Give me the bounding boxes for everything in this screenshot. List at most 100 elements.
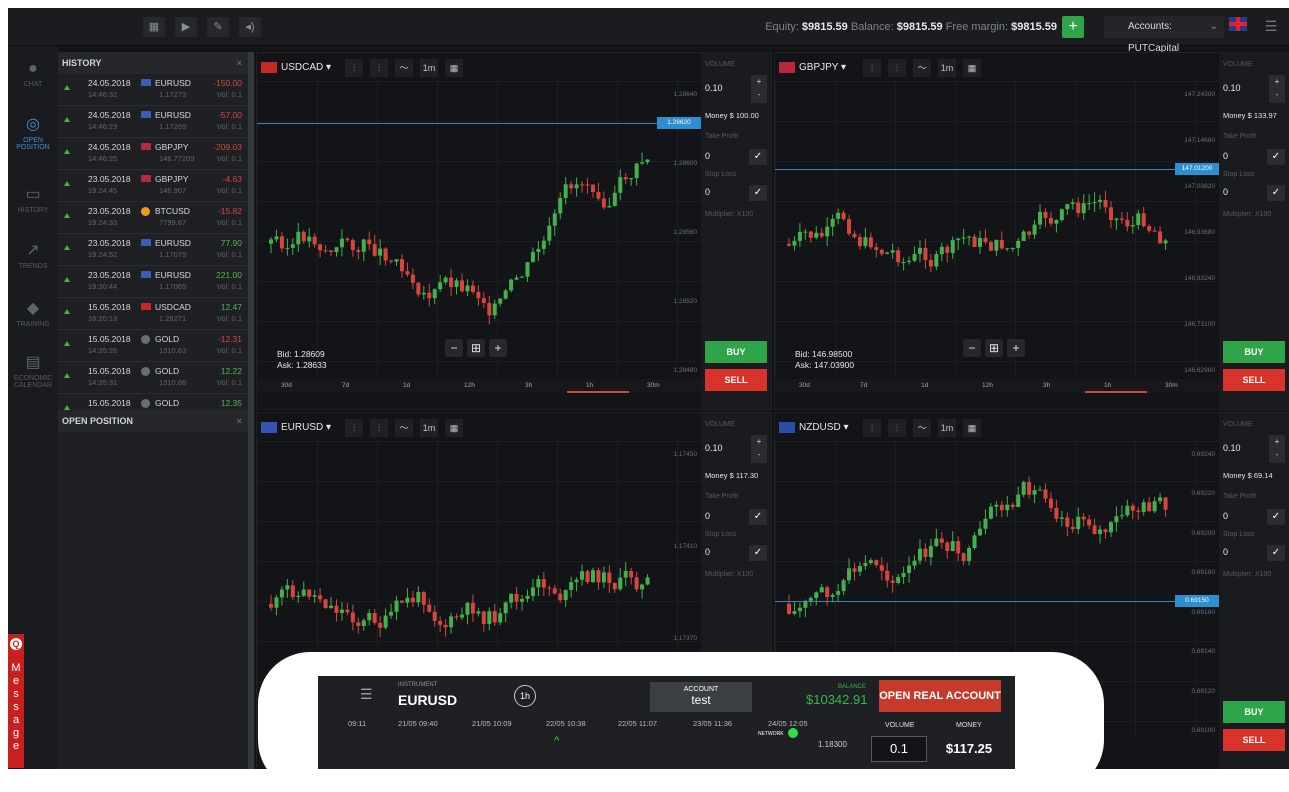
area-chart-icon[interactable]: ▦	[445, 59, 463, 77]
line-chart-icon[interactable]: 〜	[913, 59, 931, 77]
bar-chart-icon[interactable]: ⫶	[345, 59, 363, 77]
message-tab[interactable]: Q Message	[8, 634, 24, 768]
area-chart-icon[interactable]: ▦	[963, 419, 981, 437]
timeframe-7d[interactable]: 7d	[342, 382, 349, 389]
candle-chart-icon[interactable]: ⫶	[888, 59, 906, 77]
history-row[interactable]: 15.05.2018 14:35:26 GOLD 1310.63 -12.31 Vol: …	[58, 330, 248, 362]
nav-history[interactable]: ▭ HISTORY	[8, 186, 58, 214]
timeframe-30d[interactable]: 30d	[281, 382, 292, 389]
volume-input[interactable]: 0.1	[871, 736, 927, 762]
volume-stepper[interactable]: + -	[751, 75, 767, 103]
history-row[interactable]: 24.05.2018 14:46:25 GBPJPY 146.77209 -209.03…	[58, 138, 248, 170]
timeframe-30d[interactable]: 30d	[799, 382, 810, 389]
nav-trends[interactable]: ↗ TRENDS	[8, 242, 58, 270]
history-row[interactable]: 23.05.2018 19:24:45 GBPJPY 146.907 -4.63 Vol:…	[58, 170, 248, 202]
volume-input[interactable]: 0.10	[1223, 443, 1241, 453]
open-real-account-button[interactable]: OPEN REAL ACCOUNT	[879, 680, 1001, 712]
stop-loss-check-icon[interactable]: ✓	[1267, 545, 1285, 561]
line-chart-icon[interactable]: 〜	[395, 59, 413, 77]
timeframe-1h[interactable]: 1h	[586, 382, 593, 389]
volume-stepper[interactable]: + -	[751, 435, 767, 463]
symbol-selector[interactable]: GBPJPY ▾	[799, 62, 846, 73]
history-row[interactable]: 23.05.2018 19:24:52 EURUSD 1.17079 77.90 Vol:…	[58, 234, 248, 266]
timeframe-1h[interactable]: 1h	[1104, 382, 1111, 389]
buy-button[interactable]: BUY	[705, 341, 767, 363]
symbol-selector[interactable]: NZDUSD ▾	[799, 422, 848, 433]
candle-chart-icon[interactable]: ⫶	[888, 419, 906, 437]
area-chart-icon[interactable]: ▦	[445, 419, 463, 437]
timeframe-3h[interactable]: 3h	[525, 382, 532, 389]
take-profit-check-icon[interactable]: ✓	[749, 149, 767, 165]
bar-chart-icon[interactable]: ⫶	[863, 59, 881, 77]
volume-input[interactable]: 0.10	[1223, 83, 1241, 93]
stop-loss-input[interactable]: 0	[1223, 547, 1228, 557]
one-minute-icon[interactable]: 1m	[420, 419, 438, 437]
accounts-dropdown[interactable]: Accounts: PUTCapital ⌄	[1104, 16, 1224, 54]
zoom-fit-button[interactable]: ⊞	[985, 339, 1003, 357]
timeframe-1d[interactable]: 1d	[403, 382, 410, 389]
instrument-selector[interactable]: EURUSD	[398, 692, 457, 708]
nav-open-position[interactable]: ◎ OPEN POSITION	[8, 116, 58, 151]
stop-loss-check-icon[interactable]: ✓	[749, 185, 767, 201]
zoom-in-button[interactable]: +	[489, 339, 507, 357]
timeframe-7d[interactable]: 7d	[860, 382, 867, 389]
sell-button[interactable]: SELL	[1223, 369, 1285, 391]
take-profit-check-icon[interactable]: ✓	[1267, 509, 1285, 525]
stop-loss-input[interactable]: 0	[1223, 187, 1228, 197]
history-row[interactable]: 24.05.2018 14:46:29 EURUSD 1.17269 -57.00 Vol…	[58, 106, 248, 138]
history-row[interactable]: 15.05.2018 16:20:13 USDCAD 1.28271 12.47 Vol:…	[58, 298, 248, 330]
candle-chart-icon[interactable]: ⫶	[370, 59, 388, 77]
timeframe-1d[interactable]: 1d	[921, 382, 928, 389]
volume-input[interactable]: 0.10	[705, 83, 723, 93]
sell-button[interactable]: SELL	[1223, 729, 1285, 751]
zoom-out-button[interactable]: −	[445, 339, 463, 357]
timeframe-30m[interactable]: 30m	[1165, 382, 1178, 389]
line-chart-icon[interactable]: 〜	[913, 419, 931, 437]
one-minute-icon[interactable]: 1m	[420, 59, 438, 77]
take-profit-check-icon[interactable]: ✓	[1267, 149, 1285, 165]
buy-button[interactable]: BUY	[1223, 341, 1285, 363]
take-profit-input[interactable]: 0	[705, 511, 710, 521]
history-row[interactable]: 23.05.2018 19:30:44 EURUSD 1.17065 221.00 Vol…	[58, 266, 248, 298]
nav-chat[interactable]: ● CHAT	[8, 60, 58, 88]
zoom-in-button[interactable]: +	[1007, 339, 1025, 357]
history-scrollbar[interactable]	[248, 52, 254, 769]
zoom-out-button[interactable]: −	[963, 339, 981, 357]
history-row[interactable]: 15.05.2018 14:35:31 GOLD 1310.86 12.22 Vol: 0…	[58, 362, 248, 394]
candle-chart-icon[interactable]: ⫶	[370, 419, 388, 437]
hamburger-menu-icon[interactable]: ☰	[360, 686, 373, 703]
timeframe-12h[interactable]: 12h	[464, 382, 475, 389]
language-flag-icon[interactable]	[1229, 17, 1247, 31]
bar-chart-icon[interactable]: ⫶	[863, 419, 881, 437]
hamburger-menu-icon[interactable]: ☰	[1261, 16, 1281, 36]
pencil-icon[interactable]: ✎	[207, 17, 229, 37]
timeframe-30m[interactable]: 30m	[647, 382, 660, 389]
interval-button[interactable]: 1h	[514, 685, 536, 707]
stop-loss-check-icon[interactable]: ✓	[749, 545, 767, 561]
take-profit-input[interactable]: 0	[1223, 511, 1228, 521]
buy-button[interactable]: BUY	[1223, 701, 1285, 723]
volume-input[interactable]: 0.10	[705, 443, 723, 453]
take-profit-input[interactable]: 0	[1223, 151, 1228, 161]
area-chart-icon[interactable]: ▦	[963, 59, 981, 77]
volume-stepper[interactable]: + -	[1269, 435, 1285, 463]
nav-training[interactable]: ◆ TRAINING	[8, 300, 58, 328]
symbol-selector[interactable]: USDCAD ▾	[281, 62, 331, 73]
deposit-button[interactable]: +	[1062, 16, 1084, 38]
history-row[interactable]: 24.05.2018 14:46:32 EURUSD 1.17273 -150.00 Vo…	[58, 74, 248, 106]
close-icon[interactable]: ×	[237, 410, 242, 432]
close-icon[interactable]: ×	[237, 52, 242, 74]
history-row[interactable]: 23.05.2018 19:24:33 BTCUSD 7799.67 -15.82 Vol…	[58, 202, 248, 234]
stop-loss-input[interactable]: 0	[705, 547, 710, 557]
nav-economic-calendar[interactable]: ▤ ECONOMIC CALENDAR	[8, 354, 58, 389]
timeframe-12h[interactable]: 12h	[982, 382, 993, 389]
volume-stepper[interactable]: + -	[1269, 75, 1285, 103]
timeframe-3h[interactable]: 3h	[1043, 382, 1050, 389]
sound-icon[interactable]: ◂)	[239, 17, 261, 37]
take-profit-check-icon[interactable]: ✓	[749, 509, 767, 525]
stop-loss-input[interactable]: 0	[705, 187, 710, 197]
stop-loss-check-icon[interactable]: ✓	[1267, 185, 1285, 201]
account-selector[interactable]: ACCOUNT test	[650, 682, 752, 712]
grid-layout-icon[interactable]: ▦	[143, 17, 165, 37]
zoom-fit-button[interactable]: ⊞	[467, 339, 485, 357]
